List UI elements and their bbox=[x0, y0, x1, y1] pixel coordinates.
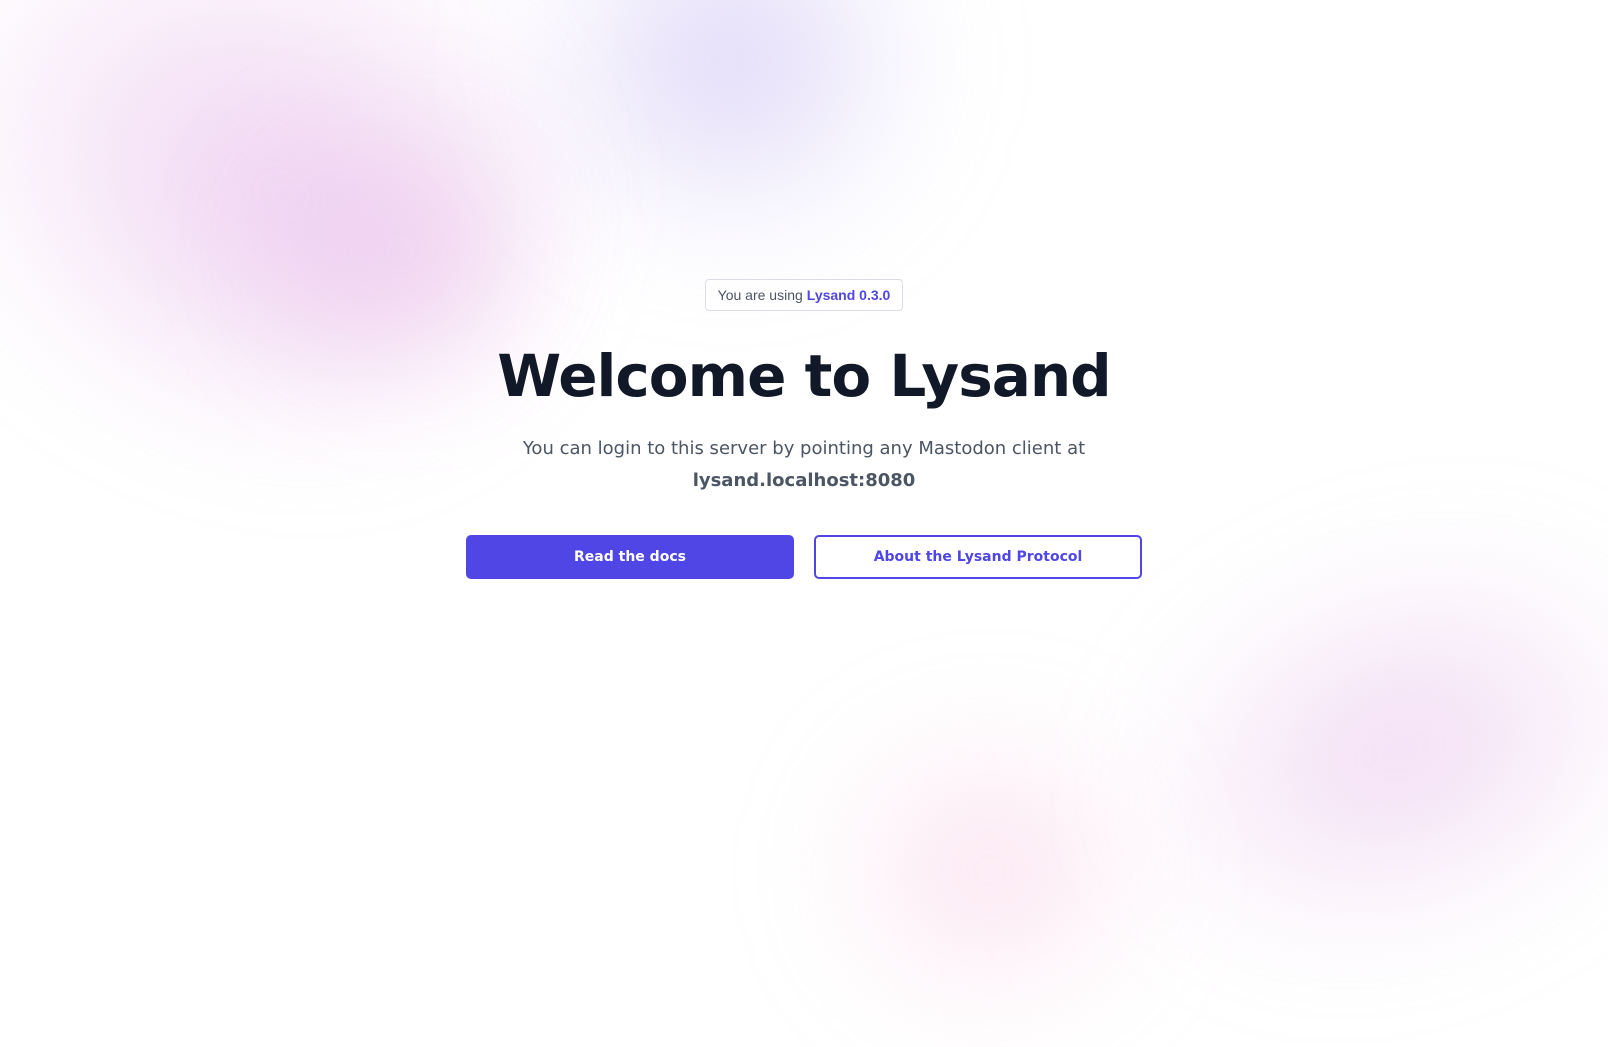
welcome-page: You are using Lysand 0.3.0 Welcome to Ly… bbox=[0, 0, 1608, 1047]
hero-section: You are using Lysand 0.3.0 Welcome to Ly… bbox=[0, 0, 1608, 579]
version-badge-version: Lysand 0.3.0 bbox=[806, 287, 891, 303]
version-badge-prefix: You are using bbox=[717, 287, 803, 303]
subtitle-text: You can login to this server by pointing… bbox=[522, 438, 1086, 459]
background-gradient-blob bbox=[820, 720, 1160, 1020]
page-subtitle: You can login to this server by pointing… bbox=[523, 433, 1085, 497]
version-badge: You are using Lysand 0.3.0 bbox=[704, 279, 904, 311]
read-docs-button[interactable]: Read the docs bbox=[466, 535, 794, 579]
action-buttons: Read the docs About the Lysand Protocol bbox=[466, 535, 1142, 579]
about-protocol-button[interactable]: About the Lysand Protocol bbox=[814, 535, 1142, 579]
page-title: Welcome to Lysand bbox=[497, 342, 1111, 410]
server-host: lysand.localhost:8080 bbox=[692, 470, 916, 491]
